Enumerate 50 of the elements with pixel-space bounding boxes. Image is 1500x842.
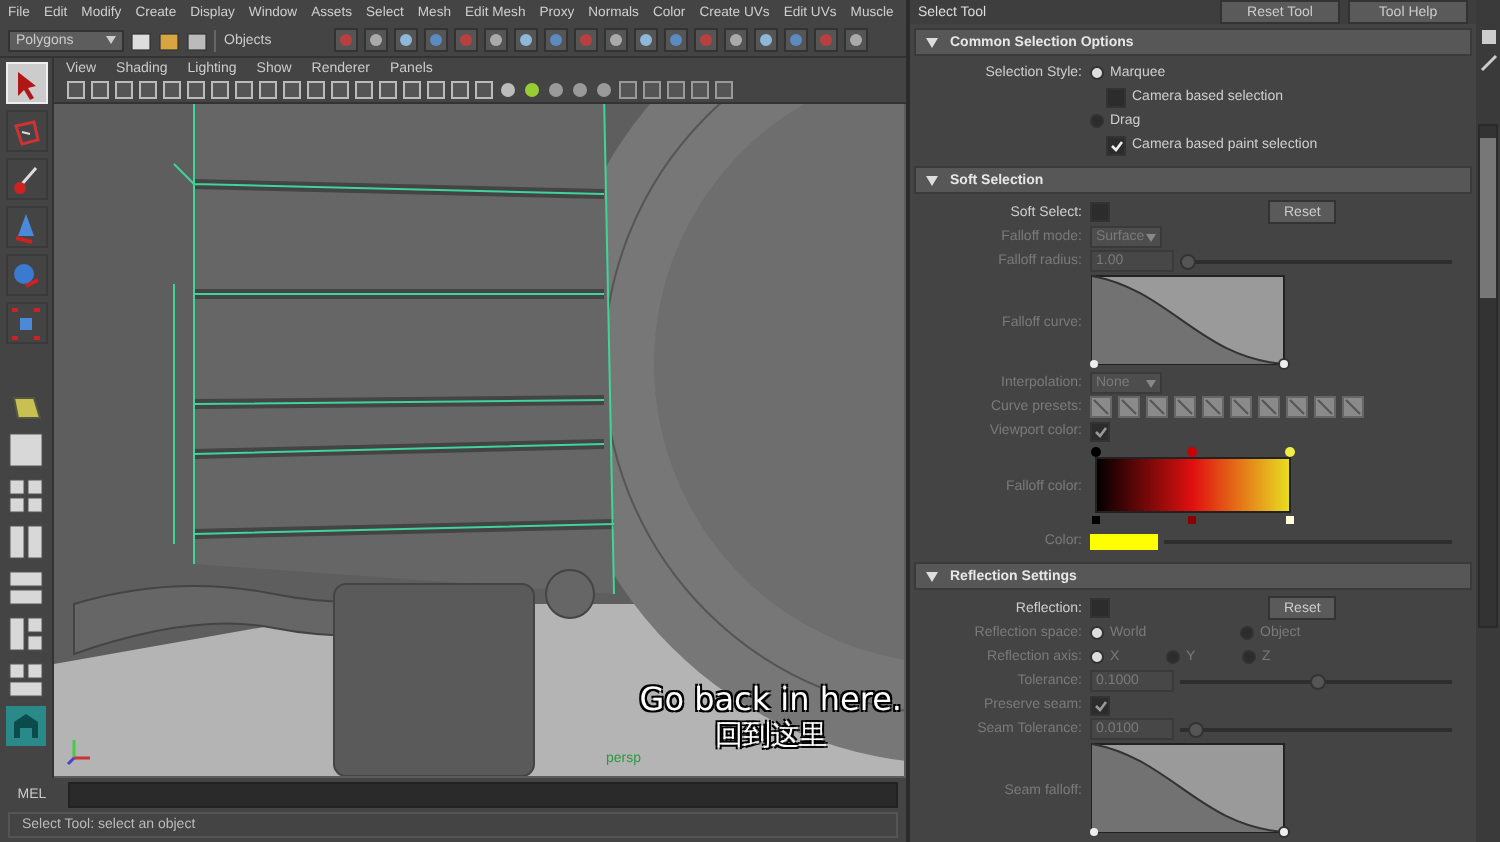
section-toggle-icon[interactable]: [926, 37, 938, 47]
scrollbar[interactable]: [1478, 124, 1498, 628]
layout-icon[interactable]: [6, 476, 46, 516]
caret-icon: [1146, 379, 1156, 387]
shelf-tool-icon[interactable]: [424, 28, 448, 52]
check-icon: [1093, 699, 1107, 711]
select-arrow-tool[interactable]: [5, 62, 47, 104]
caret-icon: [1146, 233, 1156, 241]
cube-icon: [10, 307, 42, 339]
cone-tool[interactable]: [5, 206, 47, 248]
sphere-icon: [10, 259, 42, 291]
radio-button[interactable]: [1090, 66, 1104, 80]
axis-gizmo-icon: [66, 734, 94, 766]
layout-icon[interactable]: [6, 568, 46, 608]
textured-plane-icon[interactable]: [8, 392, 44, 424]
shelf-tool-icon[interactable]: [664, 28, 688, 52]
shelf-tool-icon[interactable]: [754, 28, 778, 52]
subtitle-text: 回到这里: [714, 718, 827, 754]
section-toggle-icon[interactable]: [926, 571, 938, 581]
command-input-field[interactable]: [68, 781, 898, 807]
pencil-icon[interactable]: [1479, 54, 1497, 72]
checkbox[interactable]: [1106, 87, 1126, 107]
shelf-tool-icon[interactable]: [844, 28, 868, 52]
checkbox[interactable]: [1090, 598, 1110, 618]
shelf-tool-icon[interactable]: [364, 28, 388, 52]
checkbox[interactable]: [1106, 135, 1126, 155]
layout-icon[interactable]: [6, 430, 46, 470]
shelf-tool-icon[interactable]: [784, 28, 808, 52]
layout-icon[interactable]: [6, 614, 46, 654]
checkbox[interactable]: [1090, 202, 1110, 222]
layout-icon[interactable]: [6, 522, 46, 562]
shelf-tool-icon[interactable]: [724, 28, 748, 52]
section-toggle-icon[interactable]: [926, 175, 938, 185]
sphere-tool[interactable]: [5, 254, 47, 296]
shelf-tool-icon[interactable]: [634, 28, 658, 52]
radio-button[interactable]: [1090, 114, 1104, 128]
shelf-tool-icon[interactable]: [484, 28, 508, 52]
shelf-tool-icon[interactable]: [604, 28, 628, 52]
shelf-tool-icon[interactable]: [394, 28, 418, 52]
check-icon: [1109, 139, 1123, 151]
check-icon: [1093, 425, 1107, 437]
lasso-icon: [10, 115, 42, 147]
layout-icon[interactable]: [6, 660, 46, 700]
paint-brush-tool[interactable]: [5, 158, 47, 200]
caret-icon[interactable]: [106, 36, 116, 44]
shelf-tool-icon[interactable]: [544, 28, 568, 52]
cube-tool[interactable]: [5, 302, 47, 344]
paint-brush-icon: [10, 163, 42, 195]
shelf-tool-icon[interactable]: [514, 28, 538, 52]
folder-icon[interactable]: [158, 29, 180, 51]
